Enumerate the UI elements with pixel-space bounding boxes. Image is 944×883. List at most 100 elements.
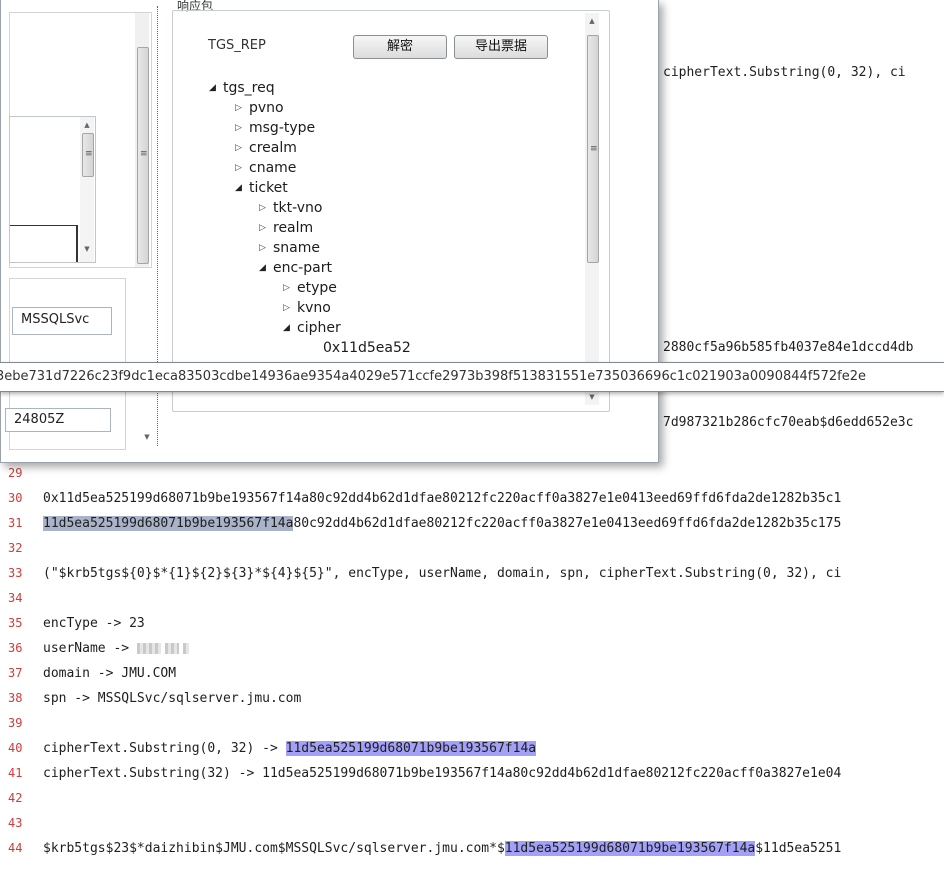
code-line-34: 34 xyxy=(0,586,944,611)
line-text: 11d5ea525199d68071b9be193567f14a80c92dd4… xyxy=(43,511,841,536)
collapsed-triangle-icon[interactable]: ▷ xyxy=(235,98,249,118)
line-text: userName -> xyxy=(43,636,193,661)
scroll-up-icon[interactable]: ▲ xyxy=(587,17,597,25)
code-line-39: 39 xyxy=(0,711,944,736)
spn-field[interactable]: MSSQLSvc xyxy=(12,307,112,335)
match-highlight: 11d5ea525199d68071b9be193567f14a xyxy=(504,841,756,856)
collapsed-triangle-icon[interactable]: ▷ xyxy=(235,118,249,138)
collapsed-triangle-icon[interactable]: ▷ xyxy=(259,218,273,238)
expanded-triangle-icon[interactable]: ◢ xyxy=(283,318,297,338)
left-panel-scrollbar[interactable]: ≡ xyxy=(135,13,149,267)
export-ticket-button[interactable]: 导出票据 xyxy=(454,35,548,59)
line-text: encType -> 23 xyxy=(43,616,145,631)
detail-box[interactable]: ▲ ≡ ▼ xyxy=(9,116,96,263)
code-line-36: 36 userName -> xyxy=(0,636,944,661)
tree-node-ticket[interactable]: ◢ ticket xyxy=(235,178,288,198)
expanded-triangle-icon[interactable]: ◢ xyxy=(235,178,249,198)
expanded-triangle-icon[interactable]: ◢ xyxy=(209,78,223,98)
decrypt-button[interactable]: 解密 xyxy=(353,35,447,59)
tree-node-tgs-req[interactable]: ◢ tgs_req xyxy=(209,78,275,98)
tree-node-label: tkt-vno xyxy=(273,200,323,216)
grip-icon: ≡ xyxy=(590,144,598,154)
tree-node-label: tgs_req xyxy=(223,80,275,96)
match-highlight: 11d5ea525199d68071b9be193567f14a xyxy=(285,741,537,756)
code-line-30: 30 0x11d5ea525199d68071b9be193567f14a80c… xyxy=(0,486,944,511)
line-number: 32 xyxy=(8,541,23,555)
line-text: ("$krb5tgs${0}$*{1}${2}${3}*${4}${5}", e… xyxy=(43,566,842,581)
line-text: 0x11d5ea525199d68071b9be193567f14a80c92d… xyxy=(43,491,842,506)
redacted-username-mark xyxy=(164,643,179,654)
tree-node-tkt-vno[interactable]: ▷ tkt-vno xyxy=(259,198,323,218)
scroll-up-icon[interactable]: ▲ xyxy=(82,121,92,129)
scroll-down-icon[interactable]: ▼ xyxy=(587,393,597,401)
tree-node-cname[interactable]: ▷ cname xyxy=(235,158,296,178)
packet-tree[interactable]: ◢ tgs_req ▷ pvno ▷ msg-type ▷ crealm ▷ cname … xyxy=(207,78,587,363)
scroll-down-icon[interactable]: ▼ xyxy=(142,433,152,441)
code-line-41: 41 cipherText.Substring(32) -> 11d5ea525… xyxy=(0,761,944,786)
redacted-username-mark xyxy=(182,643,189,654)
expanded-triangle-icon[interactable]: ◢ xyxy=(259,258,273,278)
line-number: 36 xyxy=(8,641,23,655)
tree-node-label: enc-part xyxy=(273,260,332,276)
code-line-32: 32 xyxy=(0,536,944,561)
collapsed-triangle-icon[interactable]: ▷ xyxy=(235,138,249,158)
line-number: 34 xyxy=(8,591,23,605)
tree-node-kvno[interactable]: ▷ kvno xyxy=(283,298,331,318)
line-number: 30 xyxy=(8,491,23,505)
collapsed-triangle-icon[interactable]: ▷ xyxy=(283,278,297,298)
code-line-31: 31 11d5ea525199d68071b9be193567f14a80c92… xyxy=(0,511,944,536)
editor-peek-line-3: 7d987321b286cfc70eab$d6edd652e3c xyxy=(663,415,914,430)
tree-node-crealm[interactable]: ▷ crealm xyxy=(235,138,297,158)
tree-node-label: 0x11d5ea52 xyxy=(323,340,411,356)
tree-node-label: etype xyxy=(297,280,337,296)
tree-node-realm[interactable]: ▷ realm xyxy=(259,218,313,238)
tree-node-label: realm xyxy=(273,220,314,236)
tree-scrollbar[interactable]: ▲ ≡ ▼ xyxy=(585,13,599,405)
line-number: 35 xyxy=(8,616,23,630)
collapsed-triangle-icon[interactable]: ▷ xyxy=(259,238,273,258)
editor-peek-line-2: 2880cf5a96b585fb4037e84e1dccd4db xyxy=(663,340,914,355)
line-text: spn -> MSSQLSvc/sqlserver.jmu.com xyxy=(43,691,302,706)
grip-icon: ≡ xyxy=(140,149,148,159)
line-text-prefix: cipherText.Substring(0, 32) -> xyxy=(43,741,286,756)
collapsed-triangle-icon[interactable]: ▷ xyxy=(283,298,297,318)
detail-scroll-thumb[interactable]: ≡ xyxy=(82,133,94,177)
response-dialog: 响应包 ≡ ▲ ≡ ▼ MSSQLSvc 24805Z ▼ ▲ ≡ ▼ TGS_… xyxy=(0,0,659,463)
line-text: domain -> JMU.COM xyxy=(43,666,177,681)
code-line-44: 44 $krb5tgs$23$*daizhibin$JMU.com$MSSQLS… xyxy=(0,836,944,861)
tree-node-label: ticket xyxy=(249,180,288,196)
cipher-tooltip: 3ebe731d7226c23f9dc1eca83503cdbe14936ae9… xyxy=(0,362,944,392)
tree-node-enc-part[interactable]: ◢ enc-part xyxy=(259,258,332,278)
tree-node-cipher[interactable]: ◢ cipher xyxy=(283,318,341,338)
line-number: 39 xyxy=(8,716,23,730)
code-line-38: 38 spn -> MSSQLSvc/sqlserver.jmu.com xyxy=(0,686,944,711)
tree-node-etype[interactable]: ▷ etype xyxy=(283,278,337,298)
tree-node-label: cname xyxy=(249,160,297,176)
line-number: 43 xyxy=(8,816,23,830)
line-text: cipherText.Substring(32) -> 11d5ea525199… xyxy=(43,766,842,781)
tree-node-label: crealm xyxy=(249,140,297,156)
code-line-37: 37 domain -> JMU.COM xyxy=(0,661,944,686)
tree-node-sname[interactable]: ▷ sname xyxy=(259,238,320,258)
scroll-down-icon[interactable]: ▼ xyxy=(82,245,92,253)
tree-node-label: kvno xyxy=(297,300,331,316)
line-text-prefix: $krb5tgs$23$*daizhibin$JMU.com$MSSQLSvc/… xyxy=(43,841,505,856)
line-text: cipherText.Substring(0, 32) -> 11d5ea525… xyxy=(43,736,537,761)
tree-node-label: pvno xyxy=(249,100,284,116)
collapsed-triangle-icon[interactable]: ▷ xyxy=(235,158,249,178)
line-number: 44 xyxy=(8,841,23,855)
detail-scrollbar[interactable]: ▲ ≡ ▼ xyxy=(80,117,94,262)
tree-node-label: sname xyxy=(273,240,320,256)
tree-node-pvno[interactable]: ▷ pvno xyxy=(235,98,284,118)
left-panel-scroll-thumb[interactable]: ≡ xyxy=(137,47,149,264)
code-line-40: 40 cipherText.Substring(0, 32) -> 11d5ea… xyxy=(0,736,944,761)
tree-node-cipher-value[interactable]: 0x11d5ea52 xyxy=(323,338,411,358)
tree-scroll-thumb[interactable]: ≡ xyxy=(587,35,599,263)
line-number: 33 xyxy=(8,566,23,580)
tree-node-msg-type[interactable]: ▷ msg-type xyxy=(235,118,315,138)
line-number: 40 xyxy=(8,741,23,755)
line-text-rest: 80c92dd4b62d1dfae80212fc220acff0a3827e1e… xyxy=(293,516,842,531)
collapsed-triangle-icon[interactable]: ▷ xyxy=(259,198,273,218)
time-field[interactable]: 24805Z xyxy=(5,408,111,432)
tree-node-label: msg-type xyxy=(249,120,316,136)
